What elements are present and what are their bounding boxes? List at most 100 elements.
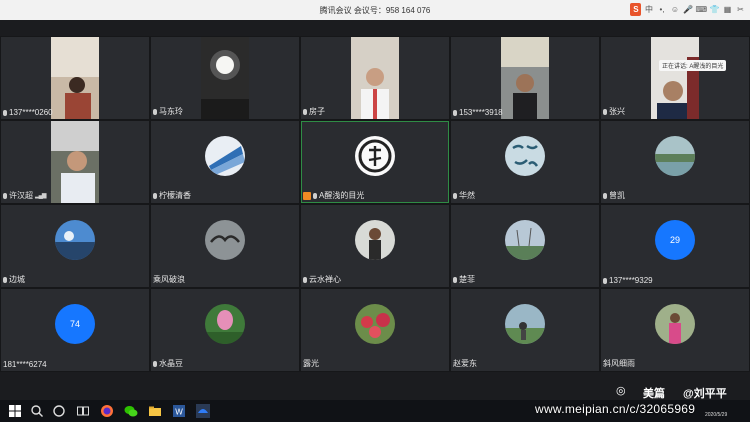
- participant-nameplate: 乘风破浪: [153, 274, 185, 285]
- participant-tile[interactable]: 水晶豆: [151, 289, 299, 371]
- participant-video: [201, 37, 249, 119]
- participant-name: 张兴: [609, 107, 625, 116]
- participant-tile[interactable]: 斜风细雨: [601, 289, 749, 371]
- participant-avatar: [205, 220, 245, 260]
- participant-avatar: [505, 304, 545, 344]
- participant-avatar: [355, 304, 395, 344]
- participant-nameplate: A醒浅的目光: [303, 190, 364, 201]
- participant-tile-speaking[interactable]: A醒浅的目光: [301, 121, 449, 203]
- participant-nameplate: 水晶豆: [153, 358, 183, 369]
- participant-name: 楚菲: [459, 275, 475, 284]
- participant-name: 曾凯: [609, 191, 625, 200]
- participant-video: [651, 37, 699, 119]
- mic-icon: [453, 109, 457, 116]
- participant-avatar: [655, 136, 695, 176]
- participant-tile[interactable]: 云水禅心: [301, 205, 449, 287]
- participant-tile[interactable]: 马东玲: [151, 37, 299, 119]
- watermark-author: @刘平平: [683, 388, 727, 400]
- participant-name: A醒浅的目光: [319, 191, 365, 200]
- mic-icon: [313, 192, 317, 199]
- signal-icon: ▂▄▆: [35, 193, 47, 199]
- participant-avatar: [505, 136, 545, 176]
- participant-tile[interactable]: 曾凯: [601, 121, 749, 203]
- participant-name: 柠檬清香: [159, 191, 191, 200]
- participant-name: 153****3918: [459, 108, 503, 117]
- title-bar: 腾讯会议 会议号：958 164 076 S 中 •, ☺ 🎤 ⌨ 👕 ▦ ✂: [0, 0, 750, 20]
- participant-name: 华然: [459, 191, 475, 200]
- participant-nameplate: 柠檬清香: [153, 190, 191, 201]
- participant-nameplate: 边城: [3, 274, 25, 285]
- participant-tile[interactable]: 乘风破浪: [151, 205, 299, 287]
- participant-tile[interactable]: 137****0260: [1, 37, 149, 119]
- mic-icon: [453, 276, 457, 283]
- participant-tile[interactable]: 房子: [301, 37, 449, 119]
- participant-nameplate: 赵爱东: [453, 358, 477, 369]
- participant-tile[interactable]: 29 137****9329: [601, 205, 749, 287]
- participant-avatar: [505, 220, 545, 260]
- participant-avatar: [355, 220, 395, 260]
- participant-video: [51, 37, 99, 119]
- mic-icon: [3, 109, 7, 116]
- search-icon[interactable]: [30, 404, 44, 418]
- firefox-icon[interactable]: [100, 404, 114, 418]
- punctuation-icon[interactable]: •,: [656, 3, 667, 16]
- participant-tile[interactable]: 柠檬清香: [151, 121, 299, 203]
- task-view-icon[interactable]: [76, 404, 90, 418]
- emoji-icon[interactable]: ☺: [669, 3, 680, 16]
- windows-start-icon[interactable]: [8, 404, 22, 418]
- participant-nameplate: 曾凯: [603, 190, 625, 201]
- tencent-meeting-icon[interactable]: [196, 404, 210, 418]
- participant-tile[interactable]: 边城: [1, 205, 149, 287]
- participant-tile[interactable]: 露光: [301, 289, 449, 371]
- screenshot-icon[interactable]: ✂: [735, 3, 746, 16]
- participant-tile[interactable]: 74 181****6274: [1, 289, 149, 371]
- keyboard-icon[interactable]: ⌨: [695, 3, 707, 16]
- participant-name: 斜风细雨: [603, 359, 635, 368]
- mic-icon: [453, 192, 457, 199]
- participant-nameplate: 马东玲: [153, 106, 183, 117]
- word-icon[interactable]: W: [172, 404, 186, 418]
- participant-name: 马东玲: [159, 107, 183, 116]
- participant-tile[interactable]: 许汉超 ▂▄▆: [1, 121, 149, 203]
- toolbox-icon[interactable]: ▦: [722, 3, 733, 16]
- participant-avatar: [655, 304, 695, 344]
- chinese-mode-icon[interactable]: 中: [643, 3, 654, 16]
- participant-tile[interactable]: 赵爱东: [451, 289, 599, 371]
- mic-icon: [3, 276, 7, 283]
- cortana-icon[interactable]: [52, 404, 66, 418]
- participant-avatar: [355, 136, 395, 176]
- mic-icon: [153, 192, 157, 199]
- participant-nameplate: 露光: [303, 358, 319, 369]
- mic-icon: [3, 192, 7, 199]
- participant-number-avatar: 29: [655, 220, 695, 260]
- wechat-icon[interactable]: [124, 404, 138, 418]
- participant-avatar: [55, 220, 95, 260]
- voice-icon[interactable]: 🎤: [682, 3, 693, 16]
- participant-nameplate: 153****3918: [453, 108, 503, 117]
- participant-video: [351, 37, 399, 119]
- participant-name: 许汉超: [9, 191, 33, 200]
- participant-video: [51, 121, 99, 203]
- participant-nameplate: 许汉超 ▂▄▆: [3, 190, 47, 201]
- participant-nameplate: 张兴: [603, 106, 625, 117]
- mic-icon: [153, 108, 157, 115]
- participant-tile[interactable]: 张兴: [601, 37, 749, 119]
- sogou-icon[interactable]: S: [630, 3, 642, 16]
- participant-tile[interactable]: 华然: [451, 121, 599, 203]
- participant-name: 房子: [309, 107, 325, 116]
- participant-name: 水晶豆: [159, 359, 183, 368]
- participant-nameplate: 137****0260: [3, 108, 53, 117]
- participant-name: 边城: [9, 275, 25, 284]
- participant-tile[interactable]: 153****3918: [451, 37, 599, 119]
- mic-icon: [603, 277, 607, 284]
- skin-icon[interactable]: 👕: [709, 3, 720, 16]
- participant-nameplate: 房子: [303, 106, 325, 117]
- participant-name: 云水禅心: [309, 275, 341, 284]
- participant-name: 赵爱东: [453, 359, 477, 368]
- participant-video: [501, 37, 549, 119]
- ime-toolbar[interactable]: S 中 •, ☺ 🎤 ⌨ 👕 ▦ ✂: [630, 3, 746, 16]
- meipian-logo-icon: ◎: [616, 385, 626, 397]
- file-explorer-icon[interactable]: [148, 404, 162, 418]
- watermark-url: www.meipian.cn/c/32065969: [535, 402, 696, 416]
- participant-tile[interactable]: 楚菲: [451, 205, 599, 287]
